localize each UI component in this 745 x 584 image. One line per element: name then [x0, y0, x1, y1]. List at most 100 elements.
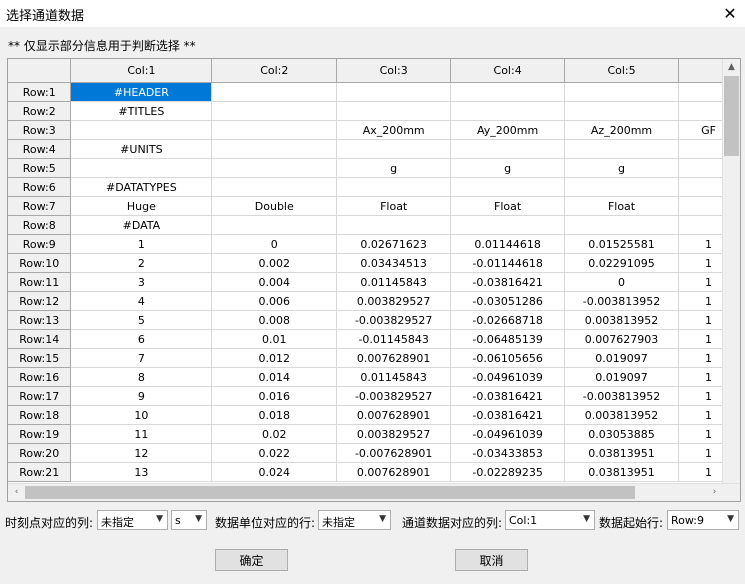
- table-cell[interactable]: [450, 101, 566, 121]
- scroll-right-icon[interactable]: ›: [706, 484, 723, 501]
- row-header[interactable]: Row:17: [8, 386, 72, 406]
- time-column-select[interactable]: 未指定 ▼: [97, 510, 168, 530]
- table-cell[interactable]: 0.012: [211, 348, 338, 368]
- table-cell[interactable]: 9: [70, 386, 213, 406]
- table-cell[interactable]: [336, 177, 452, 197]
- table-cell[interactable]: [564, 177, 679, 197]
- table-cell[interactable]: [70, 158, 213, 178]
- table-cell[interactable]: 2: [70, 253, 213, 273]
- table-cell[interactable]: -0.06485139: [450, 329, 566, 349]
- table-cell[interactable]: -0.04961039: [450, 367, 566, 387]
- table-cell[interactable]: -0.003813952: [564, 386, 679, 406]
- table-cell[interactable]: -0.02289235: [450, 462, 566, 482]
- table-cell[interactable]: [211, 158, 338, 178]
- table-cell[interactable]: 0.022: [211, 443, 338, 463]
- table-cell[interactable]: [450, 82, 566, 102]
- vertical-scrollbar[interactable]: ▲: [722, 59, 740, 484]
- row-header[interactable]: Row:14: [8, 329, 72, 349]
- table-cell[interactable]: g: [336, 158, 452, 178]
- row-header[interactable]: Row:2: [8, 101, 72, 121]
- table-cell[interactable]: [211, 139, 338, 159]
- table-cell[interactable]: -0.03816421: [450, 386, 566, 406]
- table-cell[interactable]: [564, 139, 679, 159]
- table-cell[interactable]: 7: [70, 348, 213, 368]
- table-cell[interactable]: Ay_200mm: [450, 120, 566, 140]
- table-cell[interactable]: -0.003829527: [336, 386, 452, 406]
- column-header[interactable]: Col:2: [211, 59, 338, 83]
- table-cell[interactable]: 0.003829527: [336, 291, 452, 311]
- table-cell[interactable]: 6: [70, 329, 213, 349]
- table-cell[interactable]: 4: [70, 291, 213, 311]
- table-cell[interactable]: -0.003813952: [564, 291, 679, 311]
- table-cell[interactable]: 0.03434513: [336, 253, 452, 273]
- table-cell[interactable]: 0.01525581: [564, 234, 679, 254]
- table-cell[interactable]: -0.03816421: [450, 405, 566, 425]
- table-cell[interactable]: -0.01144618: [450, 253, 566, 273]
- table-cell[interactable]: 0.024: [211, 462, 338, 482]
- table-cell[interactable]: 0.01145843: [336, 272, 452, 292]
- table-cell[interactable]: Ax_200mm: [336, 120, 452, 140]
- table-cell[interactable]: 0.02671623: [336, 234, 452, 254]
- data-grid[interactable]: Col:1 Col:2 Col:3 Col:4 Col:5 Row:1 #HEADER Ro…: [7, 58, 741, 502]
- row-header[interactable]: Row:4: [8, 139, 72, 159]
- table-cell[interactable]: [70, 120, 213, 140]
- table-cell[interactable]: [564, 101, 679, 121]
- table-cell[interactable]: 5: [70, 310, 213, 330]
- table-cell[interactable]: 0.007628901: [336, 405, 452, 425]
- table-cell[interactable]: -0.03433853: [450, 443, 566, 463]
- vertical-scroll-thumb[interactable]: [724, 76, 739, 156]
- table-cell[interactable]: 0.016: [211, 386, 338, 406]
- column-header[interactable]: Col:3: [336, 59, 452, 83]
- table-cell[interactable]: -0.01145843: [336, 329, 452, 349]
- table-cell[interactable]: 8: [70, 367, 213, 387]
- table-cell[interactable]: 11: [70, 424, 213, 444]
- table-cell[interactable]: 13: [70, 462, 213, 482]
- table-cell[interactable]: Double: [211, 196, 338, 216]
- table-cell[interactable]: [450, 139, 566, 159]
- table-cell[interactable]: 0.03813951: [564, 443, 679, 463]
- table-cell[interactable]: -0.06105656: [450, 348, 566, 368]
- table-cell[interactable]: [450, 177, 566, 197]
- table-cell[interactable]: Huge: [70, 196, 213, 216]
- horizontal-scrollbar[interactable]: ‹ ›: [8, 483, 740, 501]
- table-cell[interactable]: 0.008: [211, 310, 338, 330]
- scroll-left-icon[interactable]: ‹: [8, 484, 25, 501]
- table-cell[interactable]: [564, 82, 679, 102]
- ok-button[interactable]: 确定: [215, 549, 288, 571]
- table-cell[interactable]: [336, 139, 452, 159]
- row-header[interactable]: Row:13: [8, 310, 72, 330]
- table-cell[interactable]: Az_200mm: [564, 120, 679, 140]
- row-header[interactable]: Row:7: [8, 196, 72, 216]
- row-header[interactable]: Row:18: [8, 405, 72, 425]
- table-cell[interactable]: g: [450, 158, 566, 178]
- table-cell[interactable]: 0.006: [211, 291, 338, 311]
- table-cell[interactable]: #DATATYPES: [70, 177, 213, 197]
- table-cell[interactable]: 0.018: [211, 405, 338, 425]
- table-cell[interactable]: -0.007628901: [336, 443, 452, 463]
- horizontal-scroll-thumb[interactable]: [25, 486, 635, 499]
- table-cell[interactable]: 0.02: [211, 424, 338, 444]
- table-cell[interactable]: 0.019097: [564, 367, 679, 387]
- table-cell[interactable]: 0: [211, 234, 338, 254]
- table-cell[interactable]: 0.007628901: [336, 348, 452, 368]
- table-cell[interactable]: [211, 82, 338, 102]
- row-header[interactable]: Row:10: [8, 253, 72, 273]
- table-cell[interactable]: [336, 101, 452, 121]
- row-header[interactable]: Row:1: [8, 82, 72, 102]
- table-cell[interactable]: [211, 120, 338, 140]
- column-header[interactable]: Col:5: [564, 59, 679, 83]
- table-cell[interactable]: 0: [564, 272, 679, 292]
- scroll-up-icon[interactable]: ▲: [723, 59, 740, 76]
- table-cell[interactable]: [564, 215, 679, 235]
- row-header[interactable]: Row:19: [8, 424, 72, 444]
- cancel-button[interactable]: 取消: [455, 549, 528, 571]
- time-unit-select[interactable]: s ▼: [171, 510, 207, 530]
- table-cell[interactable]: 0.007627903: [564, 329, 679, 349]
- table-cell[interactable]: 0.003829527: [336, 424, 452, 444]
- start-row-select[interactable]: Row:9 ▼: [667, 510, 739, 530]
- table-cell[interactable]: Float: [564, 196, 679, 216]
- table-cell[interactable]: 12: [70, 443, 213, 463]
- table-cell[interactable]: [336, 82, 452, 102]
- table-cell[interactable]: #UNITS: [70, 139, 213, 159]
- table-cell[interactable]: 0.014: [211, 367, 338, 387]
